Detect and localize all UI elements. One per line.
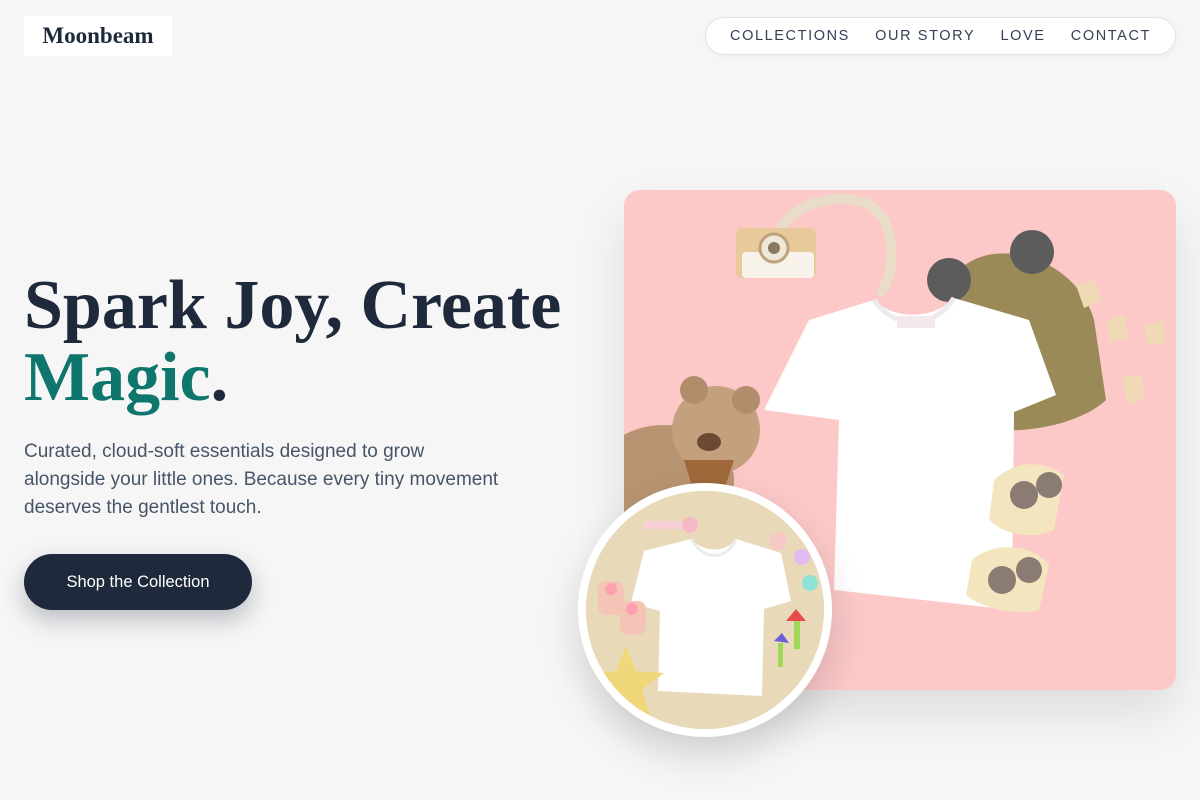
headline-accent: Magic [24,339,211,416]
nav-item-contact[interactable]: CONTACT [1071,28,1151,44]
main-nav: COLLECTIONS OUR STORY LOVE CONTACT [705,17,1176,55]
hero-description: Curated, cloud-soft essentials designed … [24,441,499,518]
nav-item-our-story[interactable]: OUR STORY [875,28,975,44]
toy-camera-illustration [736,228,816,278]
nav-item-love[interactable]: LOVE [1000,28,1045,44]
headline-line1: Spark Joy, Create [24,267,562,344]
shop-collection-button[interactable]: Shop the Collection [24,554,252,610]
hero-headline: Spark Joy, Create Magic. [24,270,561,414]
nav-item-collections[interactable]: COLLECTIONS [730,28,850,44]
brand-logo[interactable]: Moonbeam [24,16,172,56]
hero-secondary-image [578,483,832,737]
headline-period: . [210,339,229,416]
